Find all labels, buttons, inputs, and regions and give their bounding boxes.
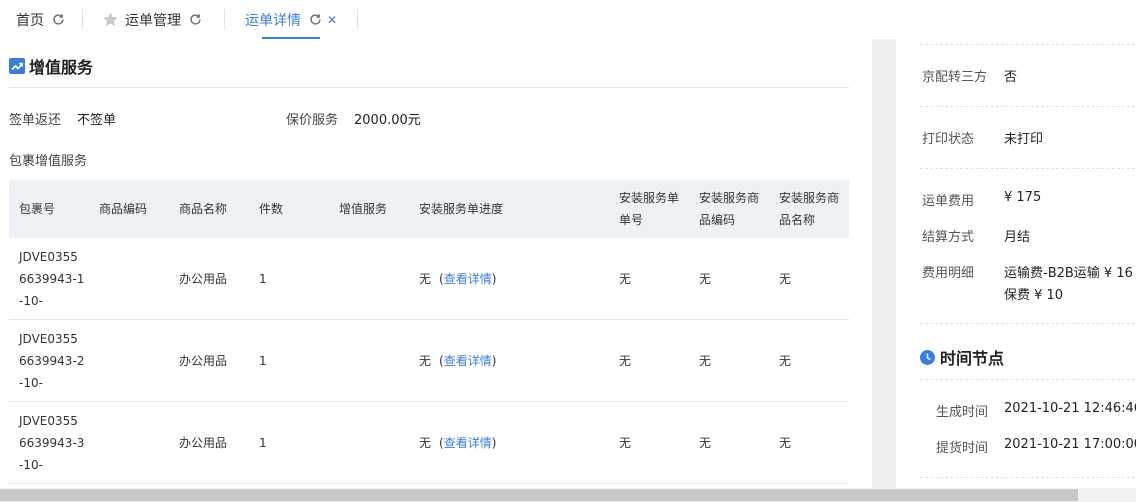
divider: [920, 379, 1136, 380]
sign-return-value: 不签单: [77, 113, 117, 128]
section-title-text: 增值服务: [29, 58, 94, 77]
time-section-title: 时间节点: [920, 345, 1004, 369]
product-name: 办公用品: [179, 436, 228, 450]
view-details-link[interactable]: 查看详情: [444, 432, 492, 454]
tab-bar: 首页 运单管理 运单详情 ✕: [0, 0, 1136, 39]
package-number: JDVE0355 6639943-2 -10-: [19, 332, 85, 390]
print-status-value: 未打印: [1004, 132, 1044, 147]
pickup-time-label: 提货时间: [936, 441, 989, 456]
third-party-value: 否: [1004, 70, 1018, 85]
package-services-table: 包裹号 商品编码 商品名称 件数 增值服务 安装服务单进度 安装服务单 单号 安装…: [9, 180, 849, 484]
fee-value: ¥ 175: [1004, 190, 1042, 205]
package-services-label: 包裹增值服务: [9, 154, 88, 169]
item-count: 1: [259, 436, 267, 450]
horizontal-scrollbar[interactable]: [0, 488, 1136, 502]
install-item-name: 无: [779, 436, 792, 450]
trend-icon: [9, 58, 25, 74]
column-header: 增值服务: [339, 202, 388, 216]
divider: [920, 168, 1136, 169]
close-icon[interactable]: ✕: [327, 14, 337, 26]
tab-waybill-detail[interactable]: 运单详情 ✕: [245, 0, 337, 39]
item-count: 1: [259, 354, 267, 368]
waybill-info-panel: 京配转三方 否 打印状态 未打印 运单费用 ¥ 175 结算方式 月结 费用明细…: [896, 39, 1136, 488]
table-row: JDVE0355 6639943-2 -10- 办公用品 1 无(查看详情) 无 无…: [9, 320, 849, 402]
star-icon[interactable]: [102, 11, 119, 28]
install-order-number: 无: [619, 354, 632, 368]
fee-detail-line: 运输费-B2B运输 ¥ 16: [1004, 266, 1133, 281]
install-order-number: 无: [619, 436, 632, 450]
value-added-panel: 增值服务 签单返还 不签单 保价服务 2000.00元 包裹增值服务 包裹号 商…: [0, 39, 872, 488]
column-header: 安装服务商 品编码: [699, 191, 760, 227]
table-row: JDVE0355 6639943-1 -10- 办公用品 1 无(查看详情) 无 无…: [9, 238, 849, 320]
view-details-link[interactable]: 查看详情: [444, 350, 492, 372]
install-item-name: 无: [779, 272, 792, 286]
time-section-title-text: 时间节点: [940, 349, 1005, 368]
section-title: 增值服务: [9, 54, 93, 78]
settlement-label: 结算方式: [922, 230, 975, 245]
table-row: JDVE0355 6639943-3 -10- 办公用品 1 无(查看详情) 无 无…: [9, 402, 849, 484]
insured-value: 2000.00元: [354, 113, 421, 128]
column-header: 商品编码: [99, 202, 148, 216]
tab-divider: [82, 9, 83, 29]
column-header: 安装服务单 单号: [619, 191, 680, 227]
divider: [920, 106, 1136, 107]
created-time-label: 生成时间: [936, 405, 989, 420]
install-item-code: 无: [699, 272, 712, 286]
tab-waybill-management[interactable]: 运单管理: [102, 0, 202, 39]
divider: [920, 44, 1136, 45]
fee-detail-line: 保费 ¥ 10: [1004, 288, 1064, 303]
column-header: 安装服务单进度: [419, 202, 504, 216]
divider: [920, 323, 1136, 324]
tab-divider: [224, 9, 225, 29]
install-progress: 无(查看详情): [419, 402, 496, 484]
fee-detail-label: 费用明细: [922, 266, 975, 281]
section-divider: [9, 87, 849, 88]
refresh-icon[interactable]: [309, 13, 322, 26]
column-header: 件数: [259, 202, 284, 216]
settlement-value: 月结: [1004, 230, 1031, 245]
column-header: 商品名称: [179, 202, 228, 216]
pickup-time-value: 2021-10-21 17:00:00: [1004, 437, 1136, 452]
tab-home[interactable]: 首页: [16, 0, 65, 39]
tab-label: 运单详情: [245, 12, 301, 29]
install-progress: 无(查看详情): [419, 238, 496, 320]
refresh-icon[interactable]: [52, 13, 65, 26]
tab-label: 首页: [16, 12, 44, 29]
column-header: 包裹号: [19, 202, 56, 216]
table-header: 包裹号 商品编码 商品名称 件数 增值服务 安装服务单进度 安装服务单 单号 安装…: [9, 180, 849, 238]
insured-label: 保价服务: [286, 113, 339, 128]
created-time-value: 2021-10-21 12:46:46: [1004, 401, 1136, 416]
install-order-number: 无: [619, 272, 632, 286]
panel-gutter: [872, 39, 896, 488]
fee-label: 运单费用: [922, 194, 975, 209]
tab-divider: [357, 9, 358, 29]
product-name: 办公用品: [179, 272, 228, 286]
product-name: 办公用品: [179, 354, 228, 368]
third-party-label: 京配转三方: [922, 70, 988, 85]
item-count: 1: [259, 272, 267, 286]
print-status-label: 打印状态: [922, 132, 975, 147]
scrollbar-thumb[interactable]: [0, 489, 1078, 501]
refresh-icon[interactable]: [189, 13, 202, 26]
divider: [920, 477, 1136, 478]
install-progress: 无(查看详情): [419, 320, 496, 402]
clock-icon: [920, 349, 935, 365]
sign-return-label: 签单返还: [9, 113, 62, 128]
view-details-link[interactable]: 查看详情: [444, 268, 492, 290]
install-item-code: 无: [699, 354, 712, 368]
install-item-code: 无: [699, 436, 712, 450]
package-number: JDVE0355 6639943-1 -10-: [19, 250, 85, 308]
install-item-name: 无: [779, 354, 792, 368]
column-header: 安装服务商 品名称: [779, 191, 840, 227]
tab-label: 运单管理: [125, 12, 181, 29]
package-number: JDVE0355 6639943-3 -10-: [19, 414, 85, 472]
